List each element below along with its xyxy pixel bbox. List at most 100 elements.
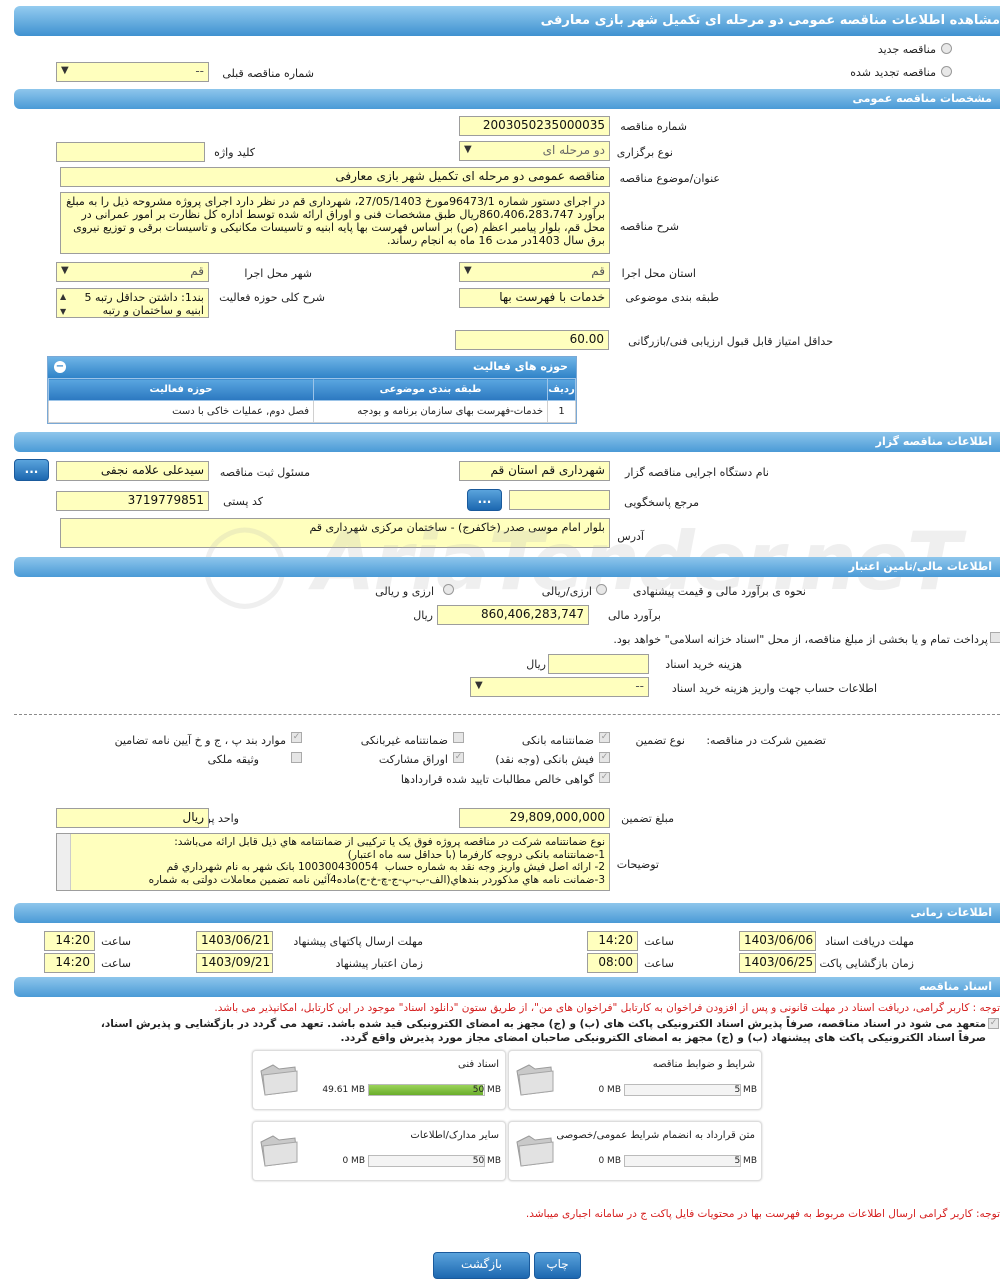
notes-textarea[interactable]: نوع ضمانتنامه شرکت در مناقصه پروژه فوق ی… — [56, 833, 610, 891]
resp-lookup-button[interactable]: ... — [14, 459, 49, 481]
guar-amount-field[interactable]: 29,809,000,000 — [459, 808, 610, 828]
chevron-down-icon: ▼ — [61, 65, 69, 76]
guar-claims-checkbox[interactable]: ✓ — [599, 772, 610, 783]
min-score-field[interactable]: 60.00 — [455, 330, 609, 350]
receive-time-label: ساعت — [644, 935, 674, 948]
account-label: اطلاعات حساب جهت واریز هزینه خرید اسناد — [671, 682, 877, 695]
guar-property-checkbox[interactable] — [291, 752, 302, 763]
guar-amount-label: مبلغ تضمین — [621, 812, 674, 825]
ref-lookup-button[interactable]: ... — [467, 489, 502, 511]
divider — [14, 714, 1000, 715]
general-header-text: مشخصات مناقصه عمومی — [852, 92, 992, 105]
keyword-field[interactable] — [56, 142, 205, 162]
doc-cost-label: هزینه خرید اسناد — [665, 658, 742, 671]
renewed-tender-radio[interactable] — [941, 66, 952, 77]
tender-number-field[interactable]: 2003050235000035 — [459, 116, 610, 136]
guar-bonds-label: اوراق مشارکت — [378, 753, 448, 766]
col-row: ردیف — [547, 378, 576, 401]
receive-time[interactable]: 14:20 — [587, 931, 638, 951]
title-label: عنوان/موضوع مناقصه — [619, 172, 720, 185]
resp-label: مسئول ثبت مناقصه — [219, 466, 310, 479]
receive-date[interactable]: 1403/06/06 — [739, 931, 816, 951]
method-value: دو مرحله ای — [542, 143, 605, 157]
commit-text-1: متعهد می شود در اسناد مناقصه، صرفاً پذیر… — [100, 1018, 986, 1030]
category-label: طبقه بندی موضوعی — [625, 291, 719, 304]
table-row: 1 خدمات-فهرست بهای سازمان برنامه و بودجه… — [48, 400, 576, 423]
guar-bonds-checkbox[interactable]: ✓ — [453, 752, 464, 763]
guar-regulation-checkbox[interactable]: ✓ — [291, 732, 302, 743]
open-date[interactable]: 1403/06/25 — [739, 953, 816, 973]
valid-label: زمان اعتبار پیشنهاد — [335, 957, 423, 970]
scroll-up-icon[interactable]: ▲ — [60, 290, 66, 303]
notes-scrollbar[interactable] — [57, 834, 71, 890]
folder-icon — [260, 1135, 298, 1167]
doc-box-title: متن قرارداد به انضمام شرایط عمومی/خصوصی — [556, 1130, 755, 1141]
renewed-tender-label: مناقصه تجدید شده — [850, 66, 936, 79]
ref-field[interactable] — [509, 490, 610, 510]
doc-box-technical[interactable]: اسناد فنی 49.61 MB 50 MB — [252, 1050, 506, 1110]
account-select[interactable]: -- ▼ — [470, 677, 649, 697]
desc-textarea[interactable]: در اجرای دستور شماره 96473/1مورخ 27/05/1… — [60, 192, 610, 254]
print-button[interactable]: چاپ — [534, 1252, 581, 1279]
estimate-field[interactable]: 860,406,283,747 — [437, 605, 589, 625]
treasury-text: پرداخت تمام و یا بخشی از مبلغ مناقصه، از… — [613, 633, 988, 646]
guar-bank-checkbox[interactable]: ✓ — [599, 732, 610, 743]
doc-box-max: 5 MB — [734, 1156, 757, 1166]
page-title-bar: مشاهده اطلاعات مناقصه عمومی دو مرحله ای … — [14, 6, 1000, 36]
doc-box-other[interactable]: سایر مدارک/اطلاعات 0 MB 50 MB — [252, 1121, 506, 1181]
currency-radio-1[interactable] — [596, 584, 607, 595]
progress-bar — [368, 1155, 485, 1167]
doc-box-terms[interactable]: شرایط و ضوابط مناقصه 0 MB 5 MB — [508, 1050, 762, 1110]
doc-cost-field[interactable] — [548, 654, 649, 674]
category-field[interactable]: خدمات با فهرست بها — [459, 288, 610, 308]
valid-time[interactable]: 14:20 — [44, 953, 95, 973]
city-value: قم — [190, 264, 204, 278]
collapse-icon[interactable]: − — [54, 361, 66, 373]
guar-nonbank-checkbox[interactable] — [453, 732, 464, 743]
province-label: استان محل اجرا — [621, 267, 696, 280]
open-time[interactable]: 08:00 — [587, 953, 638, 973]
back-button[interactable]: بازگشت — [433, 1252, 530, 1279]
activity-grid-header: حوزه های فعالیت − — [48, 357, 576, 378]
send-time-label: ساعت — [101, 935, 131, 948]
activity-grid-title: حوزه های فعالیت — [473, 360, 568, 373]
title-field[interactable]: مناقصه عمومی دو مرحله ای تکمیل شهر بازی … — [60, 167, 610, 187]
scroll-down-icon[interactable]: ▼ — [60, 305, 66, 317]
method-select[interactable]: دو مرحله ای ▼ — [459, 141, 610, 161]
cell-row: 1 — [547, 400, 576, 423]
prev-number-value: -- — [195, 64, 204, 78]
guar-cash-label: فیش بانکی (وجه نقد) — [495, 753, 594, 766]
province-select[interactable]: قم ▼ — [459, 262, 610, 282]
currency-opt1-label: ارزی/ریالی — [541, 585, 592, 598]
general-section-header: مشخصات مناقصه عمومی — [14, 89, 1000, 109]
guarantee-type-label: نوع تضمین — [635, 734, 685, 747]
col-category: طبقه بندی موضوعی — [313, 378, 548, 401]
city-label: شهر محل اجرا — [244, 267, 312, 280]
docs-section-header: اسناد مناقصه — [14, 977, 1000, 997]
send-date[interactable]: 1403/06/21 — [196, 931, 273, 951]
method-label: نوع برگزاری — [616, 146, 673, 159]
col-activity: حوزه فعالیت — [48, 378, 314, 401]
resp-field[interactable]: سیدعلی علامه نجفی — [56, 461, 209, 481]
doc-box-max: 50 MB — [472, 1156, 501, 1166]
org-field[interactable]: شهرداری قم استان قم — [459, 461, 610, 481]
doc-box-current: 0 MB — [598, 1156, 621, 1166]
currency-radio-2[interactable] — [443, 584, 454, 595]
activity-desc-textarea[interactable]: بند1: داشتن حداقل رتبه 5 ابنیه و ساختمان… — [56, 288, 209, 318]
commit-checkbox[interactable]: ✓ — [988, 1018, 999, 1029]
guar-regulation-label: موارد بند پ ، ج و خ آیین نامه تضامین — [114, 734, 286, 747]
guar-unit-field[interactable]: ریال — [56, 808, 209, 828]
ref-label: مرجع پاسخگویی — [624, 496, 699, 509]
doc-box-max: 5 MB — [734, 1085, 757, 1095]
timing-header-text: اطلاعات زمانی — [910, 906, 992, 919]
new-tender-radio[interactable] — [941, 43, 952, 54]
prev-number-select[interactable]: -- ▼ — [56, 62, 209, 82]
valid-date[interactable]: 1403/09/21 — [196, 953, 273, 973]
guar-cash-checkbox[interactable]: ✓ — [599, 752, 610, 763]
doc-box-contract[interactable]: متن قرارداد به انضمام شرایط عمومی/خصوصی … — [508, 1121, 762, 1181]
treasury-checkbox[interactable] — [990, 632, 1000, 643]
send-time[interactable]: 14:20 — [44, 931, 95, 951]
doc-box-title: شرایط و ضوابط مناقصه — [652, 1059, 755, 1070]
postal-field[interactable]: 3719779851 — [56, 491, 209, 511]
city-select[interactable]: قم ▼ — [56, 262, 209, 282]
